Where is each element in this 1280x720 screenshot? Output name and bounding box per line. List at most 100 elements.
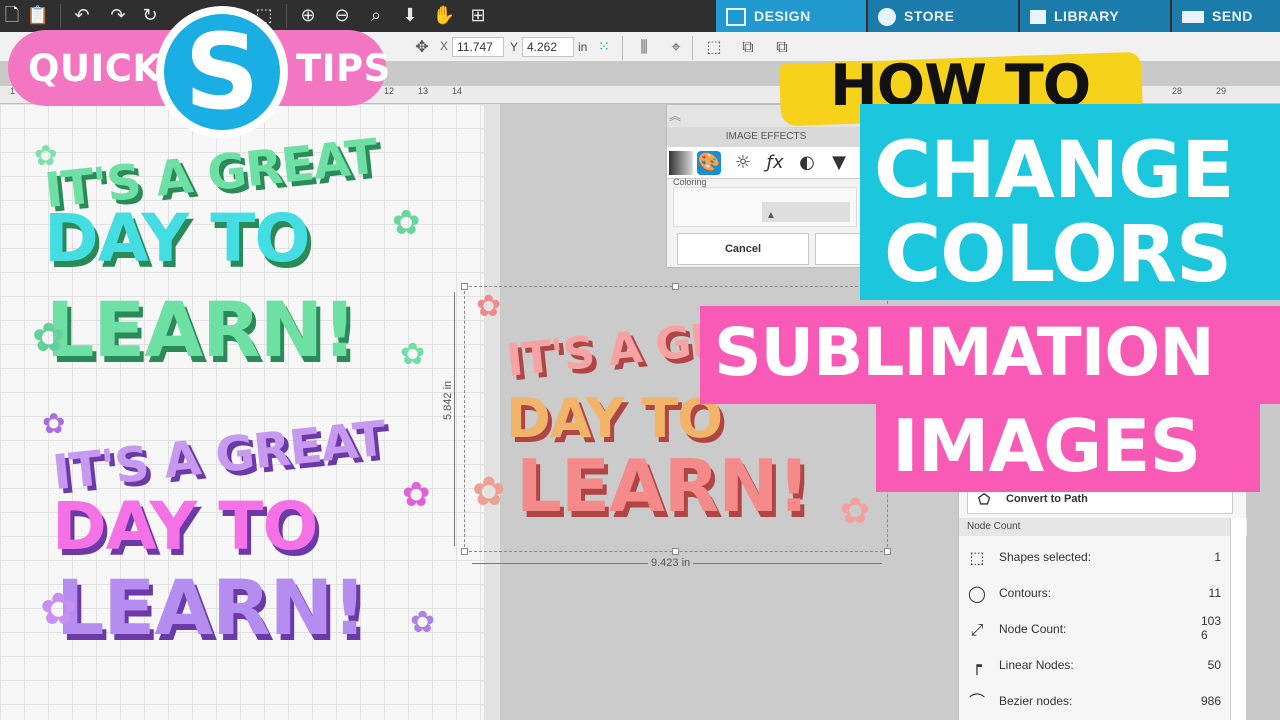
- node-count-row-value: 103 6: [1200, 614, 1221, 642]
- silhouette-logo: S: [156, 6, 288, 138]
- toolbar-divider: [60, 4, 61, 28]
- node-count-row: ⌒ Bezier nodes: 986: [959, 684, 1247, 720]
- zoom-out-icon[interactable]: ⊖: [330, 4, 354, 28]
- node-count-row: ⤢ Node Count: 103 6: [959, 612, 1247, 648]
- resize-handle[interactable]: [672, 283, 679, 290]
- coloring-label: Coloring: [673, 177, 707, 187]
- zoom-in-icon[interactable]: ⊕: [296, 4, 320, 28]
- cancel-button[interactable]: Cancel: [677, 233, 809, 265]
- library-icon: [1030, 10, 1046, 25]
- tab-send[interactable]: SEND: [1172, 0, 1280, 32]
- image-effects-title: IMAGE EFFECTS: [667, 127, 865, 147]
- clipboard-icon[interactable]: 📋: [26, 4, 50, 28]
- logo-letter: S: [164, 14, 280, 130]
- transform-icon[interactable]: ⬚: [702, 35, 726, 59]
- title-images: IMAGES: [892, 404, 1201, 488]
- tips-text: TIPS: [296, 47, 391, 90]
- node-count-row-label: Bezier nodes:: [999, 694, 1073, 708]
- shapes-selected-icon: ⬚: [969, 548, 985, 567]
- fit-icon[interactable]: ⊞: [466, 4, 490, 28]
- flower-icon: ✿: [34, 139, 58, 172]
- tab-store[interactable]: STORE: [868, 0, 1018, 32]
- node-count-section-title: Node Count: [959, 518, 1247, 536]
- ruler-tick-label: 29: [1216, 86, 1227, 96]
- tab-design[interactable]: DESIGN: [716, 0, 866, 32]
- tab-send-label: SEND: [1212, 8, 1253, 24]
- tab-design-label: DESIGN: [754, 8, 811, 24]
- flower-icon: ✿: [40, 584, 77, 635]
- resize-handle[interactable]: [672, 548, 679, 555]
- unit-label: in: [578, 40, 588, 54]
- align-center-icon[interactable]: ⫼: [632, 35, 656, 59]
- x-position-field[interactable]: 11.747: [452, 37, 504, 57]
- resize-handle[interactable]: [884, 548, 891, 555]
- contrast-icon[interactable]: ◐: [795, 151, 819, 175]
- undo-icon[interactable]: ↶: [70, 4, 94, 28]
- new-page-icon[interactable]: 🗋: [0, 4, 24, 28]
- brightness-icon[interactable]: ☼: [731, 151, 755, 175]
- node-count-row-label: Node Count:: [999, 622, 1067, 636]
- title-pink-block-1: SUBLIMATION: [700, 306, 1280, 404]
- effects-icon-row: 🎨 ☼ ƒx ◐ ▼: [667, 147, 865, 179]
- redo-icon[interactable]: ↷: [106, 4, 130, 28]
- bezier-nodes-icon: ⌒: [968, 692, 985, 711]
- height-dimension-line: [454, 292, 455, 546]
- gradient-icon[interactable]: [669, 151, 693, 175]
- resize-handle[interactable]: [461, 548, 468, 555]
- image-effects-panel: ︽ IMAGE EFFECTS 🎨 ☼ ƒx ◐ ▼ Coloring ▲ Ca…: [666, 104, 867, 268]
- silhouette-s-icon: [878, 8, 896, 27]
- node-count-icon: ⤢: [970, 620, 984, 639]
- node-count-row-value: 1: [1214, 550, 1221, 564]
- filter-icon[interactable]: ▼: [827, 151, 851, 175]
- convert-to-path-label: Convert to Path: [1006, 493, 1088, 505]
- bar-divider: [692, 36, 693, 60]
- linear-nodes-icon: ┍: [972, 656, 982, 675]
- panel-scrollbar[interactable]: [1230, 518, 1246, 720]
- coloring-area: ▲: [673, 187, 857, 227]
- ruler-tick-label: 13: [418, 86, 429, 96]
- y-position-field[interactable]: 4.262: [522, 37, 574, 57]
- node-count-row-label: Linear Nodes:: [999, 658, 1074, 672]
- toolbar-divider: [286, 4, 287, 28]
- node-count-row-value: 11: [1208, 586, 1221, 600]
- fx-icon[interactable]: ƒx: [763, 151, 787, 175]
- tab-library[interactable]: LIBRARY: [1020, 0, 1170, 32]
- refresh-icon[interactable]: ↻: [138, 4, 162, 28]
- move-down-icon[interactable]: ⬇: [398, 4, 422, 28]
- art-green-line3: LEARN!: [46, 285, 357, 374]
- ruler-tick-label: 28: [1172, 86, 1183, 96]
- title-sublimation: SUBLIMATION: [714, 314, 1215, 391]
- flower-icon: ✿: [410, 605, 436, 640]
- height-dimension-label: 5.842 in: [442, 380, 454, 420]
- zoom-selection-icon[interactable]: ⌕: [364, 4, 388, 28]
- art-purple-line3: LEARN!: [56, 563, 367, 652]
- flip-icon[interactable]: ⧉: [736, 35, 760, 59]
- pan-icon[interactable]: ✋: [432, 4, 456, 28]
- node-count-row-label: Contours:: [999, 586, 1052, 600]
- tab-library-label: LIBRARY: [1054, 8, 1120, 24]
- node-count-row: ┍ Linear Nodes: 50: [959, 648, 1247, 684]
- flower-icon: ✿: [400, 337, 426, 372]
- flower-icon: ✿: [402, 475, 431, 515]
- flower-icon: ✿: [32, 315, 66, 361]
- node-count-row-label: Shapes selected:: [999, 550, 1092, 564]
- palette-icon[interactable]: 🎨: [697, 151, 721, 175]
- slider-handle-icon[interactable]: ▲: [766, 210, 776, 221]
- title-cyan-block: CHANGE COLORS: [860, 104, 1280, 300]
- title-colors: COLORS: [884, 210, 1232, 300]
- title-change: CHANGE: [874, 126, 1234, 216]
- flower-icon: ✿: [42, 407, 66, 440]
- bar-divider: [622, 36, 623, 60]
- tab-store-label: STORE: [904, 8, 955, 24]
- ruler-tick-label: 14: [452, 86, 463, 96]
- node-count-row-value: 50: [1207, 658, 1221, 672]
- resize-handle[interactable]: [461, 283, 468, 290]
- node-count-row-value: 986: [1200, 694, 1221, 708]
- anchor-grid-icon[interactable]: ⁙: [592, 35, 616, 59]
- center-page-icon[interactable]: ⌖: [664, 35, 688, 59]
- width-dimension-label: 9.423 in: [648, 557, 694, 569]
- arrange-icon[interactable]: ⧉: [770, 35, 794, 59]
- move-icon: ✥: [415, 37, 429, 56]
- node-count-panel: ⬠ Convert to Path Node Count ⬚ Shapes sel…: [958, 478, 1247, 720]
- art-green-line2: DAY TO: [44, 200, 310, 277]
